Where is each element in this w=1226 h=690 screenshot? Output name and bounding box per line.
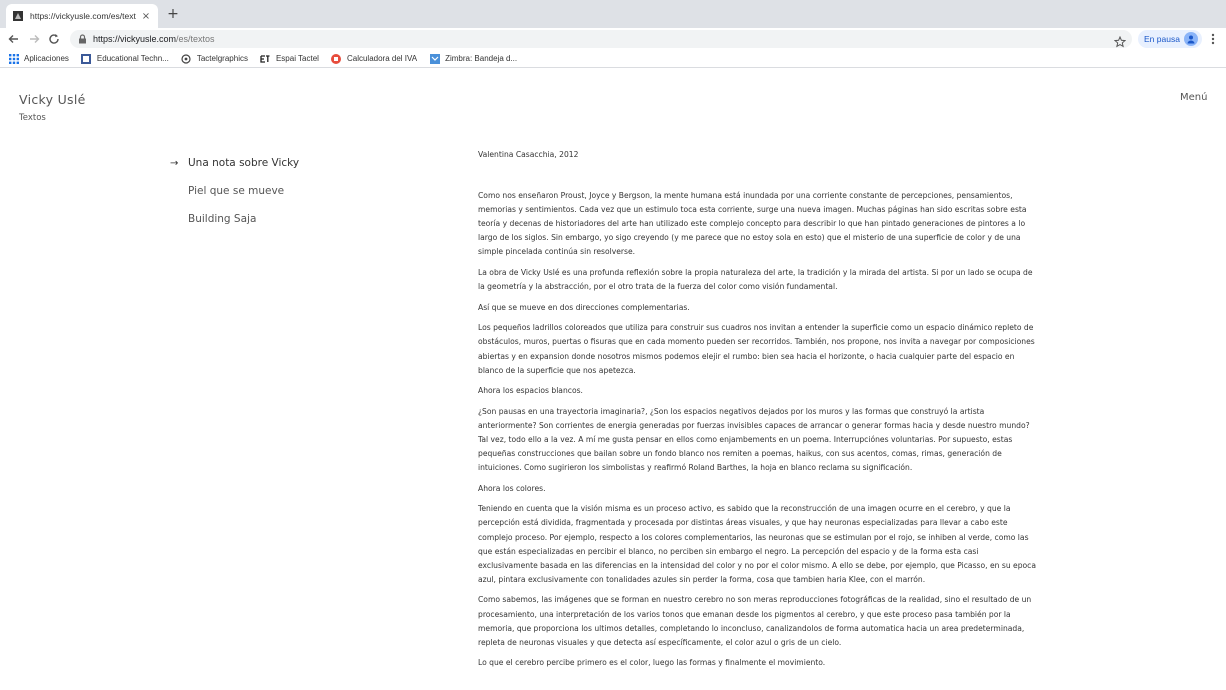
url-path: /es/textos	[176, 34, 215, 44]
tab-close-icon[interactable]: ×	[140, 11, 152, 22]
tab-active[interactable]: https://vickyusle.com/es/texto ×	[6, 4, 158, 28]
article-paragraph: Lo que el cerebro percibe primero es el …	[478, 658, 826, 668]
bookmarks-bar: Aplicaciones Educational Techn... Tactel…	[0, 50, 1226, 68]
texts-nav: → Una nota sobre Vicky Piel que se mueve…	[170, 149, 299, 233]
bookmark-label: Tactelgraphics	[196, 54, 248, 63]
bookmark-label: Espai Tactel	[275, 54, 319, 63]
tab-strip: https://vickyusle.com/es/texto × +	[0, 0, 1226, 28]
browser-toolbar: https://vickyusle.com/es/textos En pausa	[0, 28, 1226, 50]
article-paragraph: Como sabemos, las imágenes que se forman…	[478, 595, 1032, 647]
nav-item-label: Building Saja	[188, 213, 257, 225]
site-title[interactable]: Vicky Uslé	[19, 92, 86, 107]
apps-grid-icon	[8, 53, 19, 64]
avatar-icon	[1184, 32, 1198, 46]
site-favicon-icon	[12, 10, 24, 22]
back-button[interactable]	[6, 31, 22, 47]
nav-item-una-nota[interactable]: → Una nota sobre Vicky	[170, 149, 299, 177]
arrow-left-icon	[8, 35, 18, 43]
bookmark-educational-tech[interactable]: Educational Techn...	[81, 53, 169, 64]
article-paragraph: Ahora los colores.	[478, 483, 546, 493]
article-author: Valentina Casacchia, 2012	[478, 150, 579, 159]
bookmark-zimbra[interactable]: Zimbra: Bandeja d...	[429, 53, 517, 64]
nav-item-building-saja[interactable]: Building Saja	[170, 205, 299, 233]
arrow-right-icon	[30, 35, 40, 43]
url-host: https://vickyusle.com	[93, 34, 177, 44]
new-tab-button[interactable]: +	[166, 7, 180, 21]
page-subtitle: Textos	[19, 113, 46, 123]
bookmark-apps[interactable]: Aplicaciones	[8, 53, 69, 64]
nav-item-piel[interactable]: Piel que se mueve	[170, 177, 299, 205]
browser-menu-button[interactable]	[1208, 31, 1218, 47]
bookmark-calculadora-iva[interactable]: Calculadora del IVA	[331, 53, 417, 64]
nav-item-label: Piel que se mueve	[188, 185, 285, 197]
address-bar[interactable]: https://vickyusle.com/es/textos	[70, 30, 1132, 48]
lock-icon	[78, 34, 87, 44]
article-paragraph: La obra de Vicky Uslé es una profunda re…	[478, 268, 1033, 292]
url-text: https://vickyusle.com/es/textos	[93, 34, 215, 44]
bookmark-label: Zimbra: Bandeja d...	[445, 54, 518, 63]
bookmark-label: Educational Techn...	[96, 54, 169, 63]
bookmark-favicon-icon	[81, 53, 92, 64]
bookmark-label: Calculadora del IVA	[346, 54, 418, 63]
bookmark-favicon-icon	[429, 53, 440, 64]
bookmark-favicon-icon	[260, 53, 271, 64]
bookmark-favicon-icon	[331, 53, 342, 64]
tab-title: https://vickyusle.com/es/texto	[30, 11, 136, 21]
article-paragraph: Los pequeños ladrillos coloreados que ut…	[478, 323, 1035, 375]
bookmark-espai-tactel[interactable]: Espai Tactel	[260, 53, 319, 64]
reload-button[interactable]	[46, 31, 62, 47]
article-body: Valentina Casacchia, 2012 Como nos enseñ…	[478, 148, 1038, 677]
nav-item-label: Una nota sobre Vicky	[188, 157, 300, 169]
bookmark-label: Aplicaciones	[24, 54, 69, 63]
article-paragraph: Así que se mueve en dos direcciones comp…	[478, 302, 690, 312]
article-paragraph: ¿Son pausas en una trayectoria imaginari…	[478, 406, 1030, 473]
forward-button[interactable]	[26, 31, 42, 47]
kebab-menu-icon	[1211, 33, 1215, 45]
article-paragraph: Teniendo en cuenta que la visión misma e…	[478, 504, 1037, 584]
bookmark-star-icon[interactable]	[1113, 33, 1127, 48]
bookmark-tactelgraphics[interactable]: Tactelgraphics	[181, 53, 248, 64]
article-paragraph: Ahora los espacios blancos.	[478, 386, 583, 396]
bookmark-favicon-icon	[181, 53, 192, 64]
reload-icon	[49, 34, 59, 44]
profile-button[interactable]: En pausa	[1138, 30, 1202, 48]
article-paragraph: Como nos enseñaron Proust, Joyce y Bergs…	[478, 191, 1027, 257]
profile-status: En pausa	[1144, 34, 1180, 44]
arrow-right-icon: →	[170, 157, 179, 169]
menu-button[interactable]: Menú	[1180, 92, 1207, 103]
